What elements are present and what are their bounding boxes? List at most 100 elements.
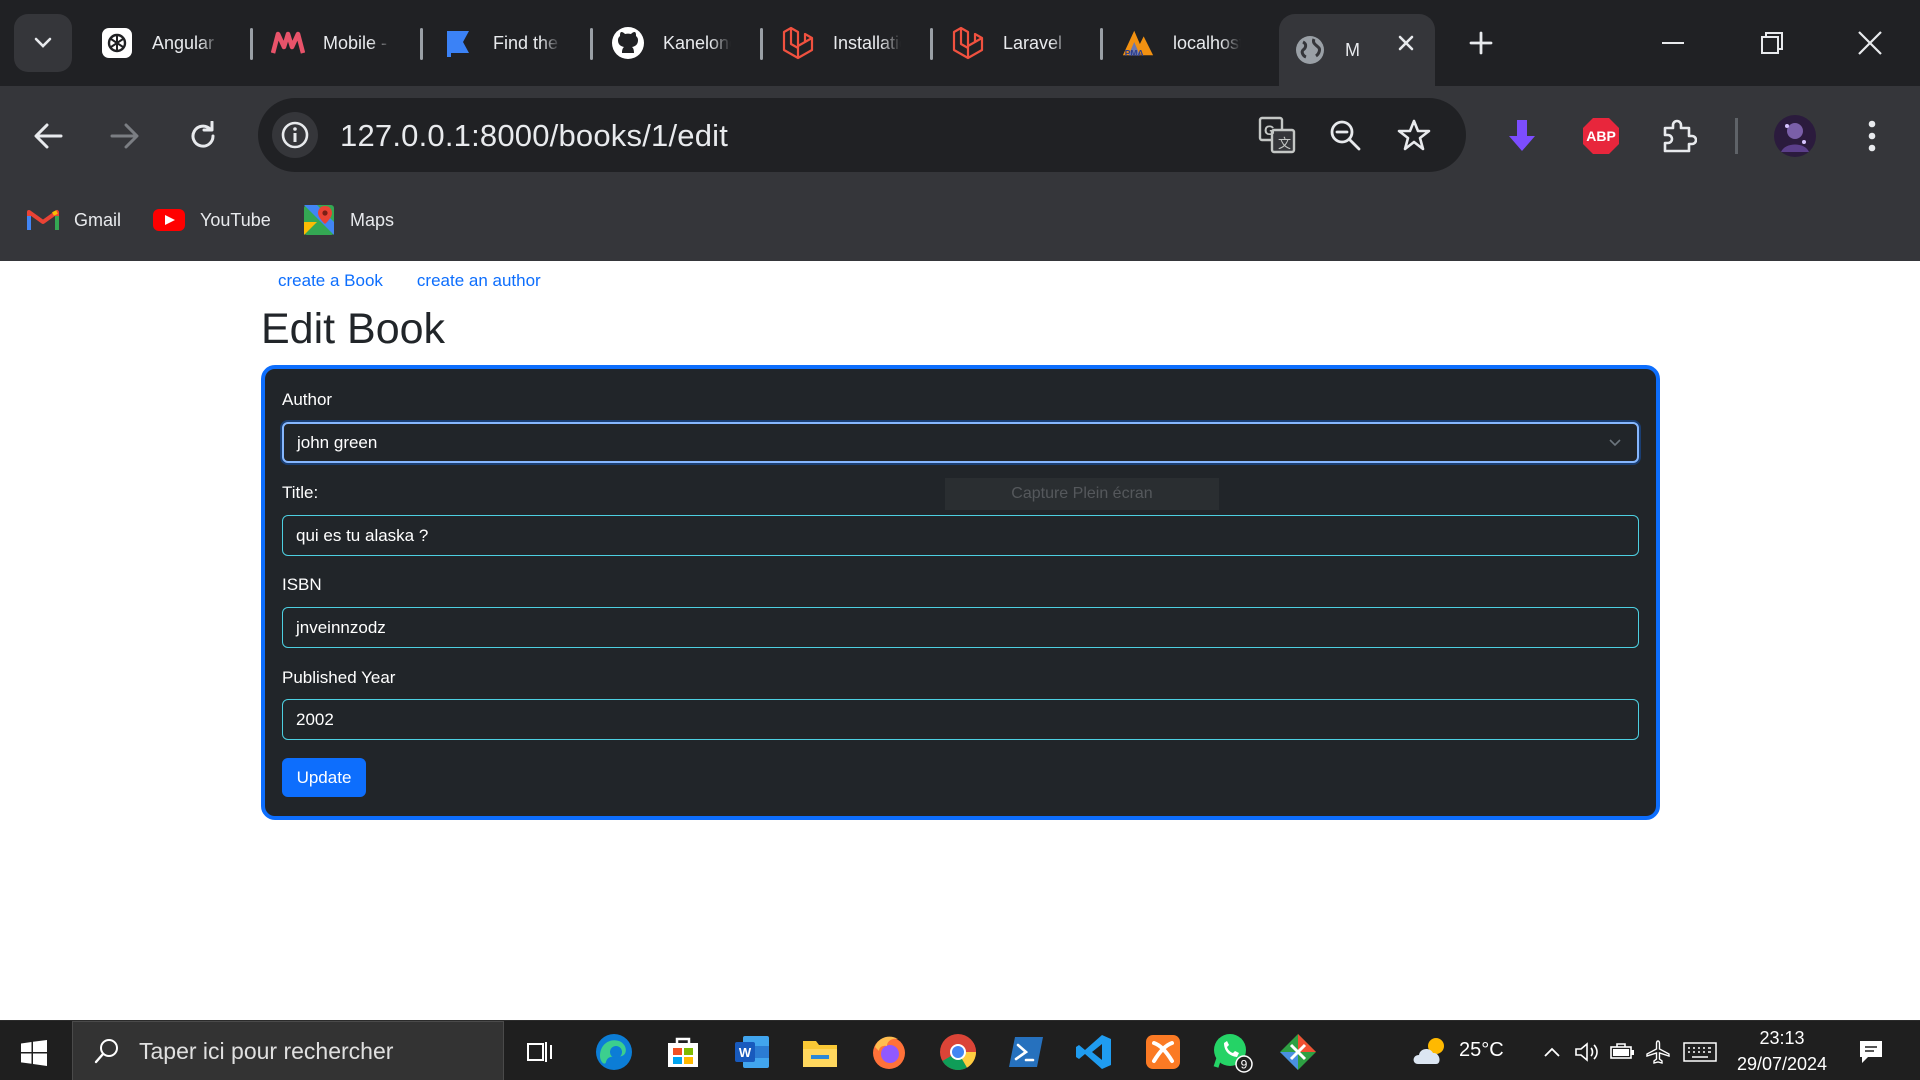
tab-title: Laravel bbox=[1003, 32, 1063, 53]
title-label: Title: bbox=[282, 483, 319, 502]
extensions-puzzle-icon[interactable] bbox=[1655, 112, 1703, 160]
tab-laravel[interactable]: Laravel bbox=[937, 14, 1107, 72]
browser-tab-strip: Angular C Mobile - Find the Kanelone Ins… bbox=[0, 0, 1920, 86]
powershell-icon[interactable] bbox=[998, 1027, 1054, 1077]
update-button[interactable]: Update bbox=[282, 758, 366, 797]
tab-find[interactable]: Find the bbox=[427, 14, 597, 72]
whatsapp-icon[interactable]: 9 bbox=[1204, 1027, 1260, 1077]
tab-separator bbox=[760, 28, 763, 60]
site-info-icon[interactable] bbox=[272, 112, 318, 158]
git-client-icon[interactable] bbox=[1270, 1027, 1326, 1077]
reload-button[interactable] bbox=[179, 112, 227, 160]
file-explorer-icon[interactable] bbox=[792, 1027, 848, 1077]
tab-github[interactable]: Kanelone bbox=[597, 14, 767, 72]
forward-button[interactable] bbox=[101, 112, 149, 160]
published-year-value: 2002 bbox=[296, 709, 334, 729]
adblock-label: ABP bbox=[1586, 128, 1616, 144]
keyboard-icon[interactable] bbox=[1682, 1039, 1718, 1065]
taskbar-clock[interactable]: 23:13 29/07/2024 bbox=[1736, 1025, 1828, 1077]
bookmark-gmail[interactable]: Gmail bbox=[26, 200, 121, 240]
svg-text:文: 文 bbox=[1278, 136, 1291, 151]
close-window-button[interactable] bbox=[1842, 18, 1898, 68]
task-view-icon[interactable] bbox=[512, 1027, 568, 1077]
screenshot-overlay-tooltip: Capture Plein écran bbox=[945, 478, 1219, 510]
svg-text:G: G bbox=[1264, 122, 1275, 138]
laravel-icon bbox=[951, 26, 985, 60]
search-icon bbox=[87, 1031, 127, 1071]
author-select[interactable]: john green bbox=[282, 422, 1639, 463]
isbn-input[interactable]: jnveinnzodz bbox=[282, 607, 1639, 648]
download-extension-icon[interactable] bbox=[1498, 112, 1546, 160]
weather-icon[interactable] bbox=[1410, 1033, 1450, 1069]
bookmark-label: YouTube bbox=[200, 209, 271, 230]
tab-localhost[interactable]: PMA localhost bbox=[1107, 14, 1277, 72]
battery-icon[interactable] bbox=[1608, 1039, 1636, 1065]
start-button[interactable] bbox=[14, 1035, 54, 1071]
windows-taskbar: Taper ici pour rechercher W 9 25°C 23:13… bbox=[0, 1020, 1920, 1080]
bookmark-youtube[interactable]: YouTube bbox=[152, 200, 271, 240]
firefox-icon[interactable] bbox=[861, 1027, 917, 1077]
restore-button[interactable] bbox=[1744, 18, 1800, 68]
volume-icon[interactable] bbox=[1572, 1039, 1600, 1065]
vscode-icon[interactable] bbox=[1066, 1027, 1122, 1077]
minimize-button[interactable] bbox=[1645, 18, 1701, 68]
restore-icon bbox=[1761, 32, 1783, 54]
tab-separator bbox=[1100, 28, 1103, 60]
reload-icon bbox=[191, 121, 215, 148]
tab-installation[interactable]: Installatio bbox=[767, 14, 937, 72]
new-tab-button[interactable] bbox=[1460, 22, 1502, 64]
create-book-link[interactable]: create a Book bbox=[278, 271, 383, 291]
published-year-label: Published Year bbox=[282, 668, 396, 687]
airplane-mode-icon[interactable] bbox=[1644, 1039, 1672, 1065]
xampp-icon[interactable] bbox=[1135, 1027, 1191, 1077]
chrome-icon[interactable] bbox=[930, 1027, 986, 1077]
microsoft-store-icon[interactable] bbox=[655, 1027, 711, 1077]
published-year-input[interactable]: 2002 bbox=[282, 699, 1639, 740]
title-input-value: qui es tu alaska ? bbox=[296, 525, 429, 545]
tab-title: Installatio bbox=[833, 32, 901, 53]
zoom-icon[interactable] bbox=[1324, 114, 1366, 156]
back-button[interactable] bbox=[24, 112, 72, 160]
browser-menu-icon[interactable] bbox=[1848, 112, 1896, 160]
edge-icon[interactable] bbox=[586, 1027, 642, 1077]
chevron-down-icon bbox=[34, 37, 52, 48]
notifications-icon[interactable] bbox=[1856, 1037, 1886, 1067]
tab-mobile[interactable]: Mobile - bbox=[257, 14, 427, 72]
profile-avatar[interactable] bbox=[1771, 112, 1819, 160]
plus-icon bbox=[1469, 31, 1493, 55]
tab-search-button[interactable] bbox=[14, 14, 72, 72]
tab-angular[interactable]: Angular C bbox=[86, 14, 256, 72]
tab-active[interactable]: M bbox=[1279, 14, 1435, 86]
youtube-icon bbox=[152, 203, 186, 237]
word-icon[interactable]: W bbox=[724, 1027, 780, 1077]
tab-title: Angular C bbox=[152, 32, 220, 53]
phpmyadmin-icon: PMA bbox=[1121, 26, 1155, 60]
web-page: create a Book create an author Edit Book… bbox=[0, 261, 1920, 1021]
translate-icon[interactable]: G文 bbox=[1256, 114, 1298, 156]
tab-title: M bbox=[1345, 39, 1360, 60]
tab-separator bbox=[420, 28, 423, 60]
chevron-down-icon bbox=[1609, 439, 1621, 447]
bookmark-maps[interactable]: Maps bbox=[302, 200, 394, 240]
tab-title: Kanelone bbox=[663, 32, 731, 53]
chevron-up-icon[interactable] bbox=[1538, 1039, 1566, 1065]
adblock-icon[interactable]: ABP bbox=[1577, 112, 1625, 160]
clock-time: 23:13 bbox=[1759, 1028, 1805, 1048]
minimize-icon bbox=[1662, 42, 1684, 44]
url-text[interactable]: 127.0.0.1:8000/books/1/edit bbox=[340, 118, 728, 154]
toolbar-divider bbox=[1735, 118, 1738, 154]
svg-text:W: W bbox=[739, 1045, 752, 1060]
close-icon bbox=[1858, 31, 1882, 55]
close-tab-icon[interactable] bbox=[1393, 30, 1419, 56]
bookmark-star-icon[interactable] bbox=[1393, 114, 1435, 156]
browser-toolbar: 127.0.0.1:8000/books/1/edit G文 ABP bbox=[0, 86, 1920, 186]
top-nav: create a Book create an author bbox=[278, 271, 541, 291]
tab-title: localhost bbox=[1173, 32, 1241, 53]
address-bar[interactable]: 127.0.0.1:8000/books/1/edit G文 bbox=[258, 98, 1466, 172]
taskbar-search-placeholder: Taper ici pour rechercher bbox=[139, 1037, 394, 1064]
taskbar-search[interactable]: Taper ici pour rechercher bbox=[72, 1021, 504, 1080]
isbn-input-value: jnveinnzodz bbox=[296, 617, 386, 637]
create-author-link[interactable]: create an author bbox=[417, 271, 541, 291]
isbn-label: ISBN bbox=[282, 575, 322, 594]
title-input[interactable]: qui es tu alaska ? bbox=[282, 515, 1639, 556]
